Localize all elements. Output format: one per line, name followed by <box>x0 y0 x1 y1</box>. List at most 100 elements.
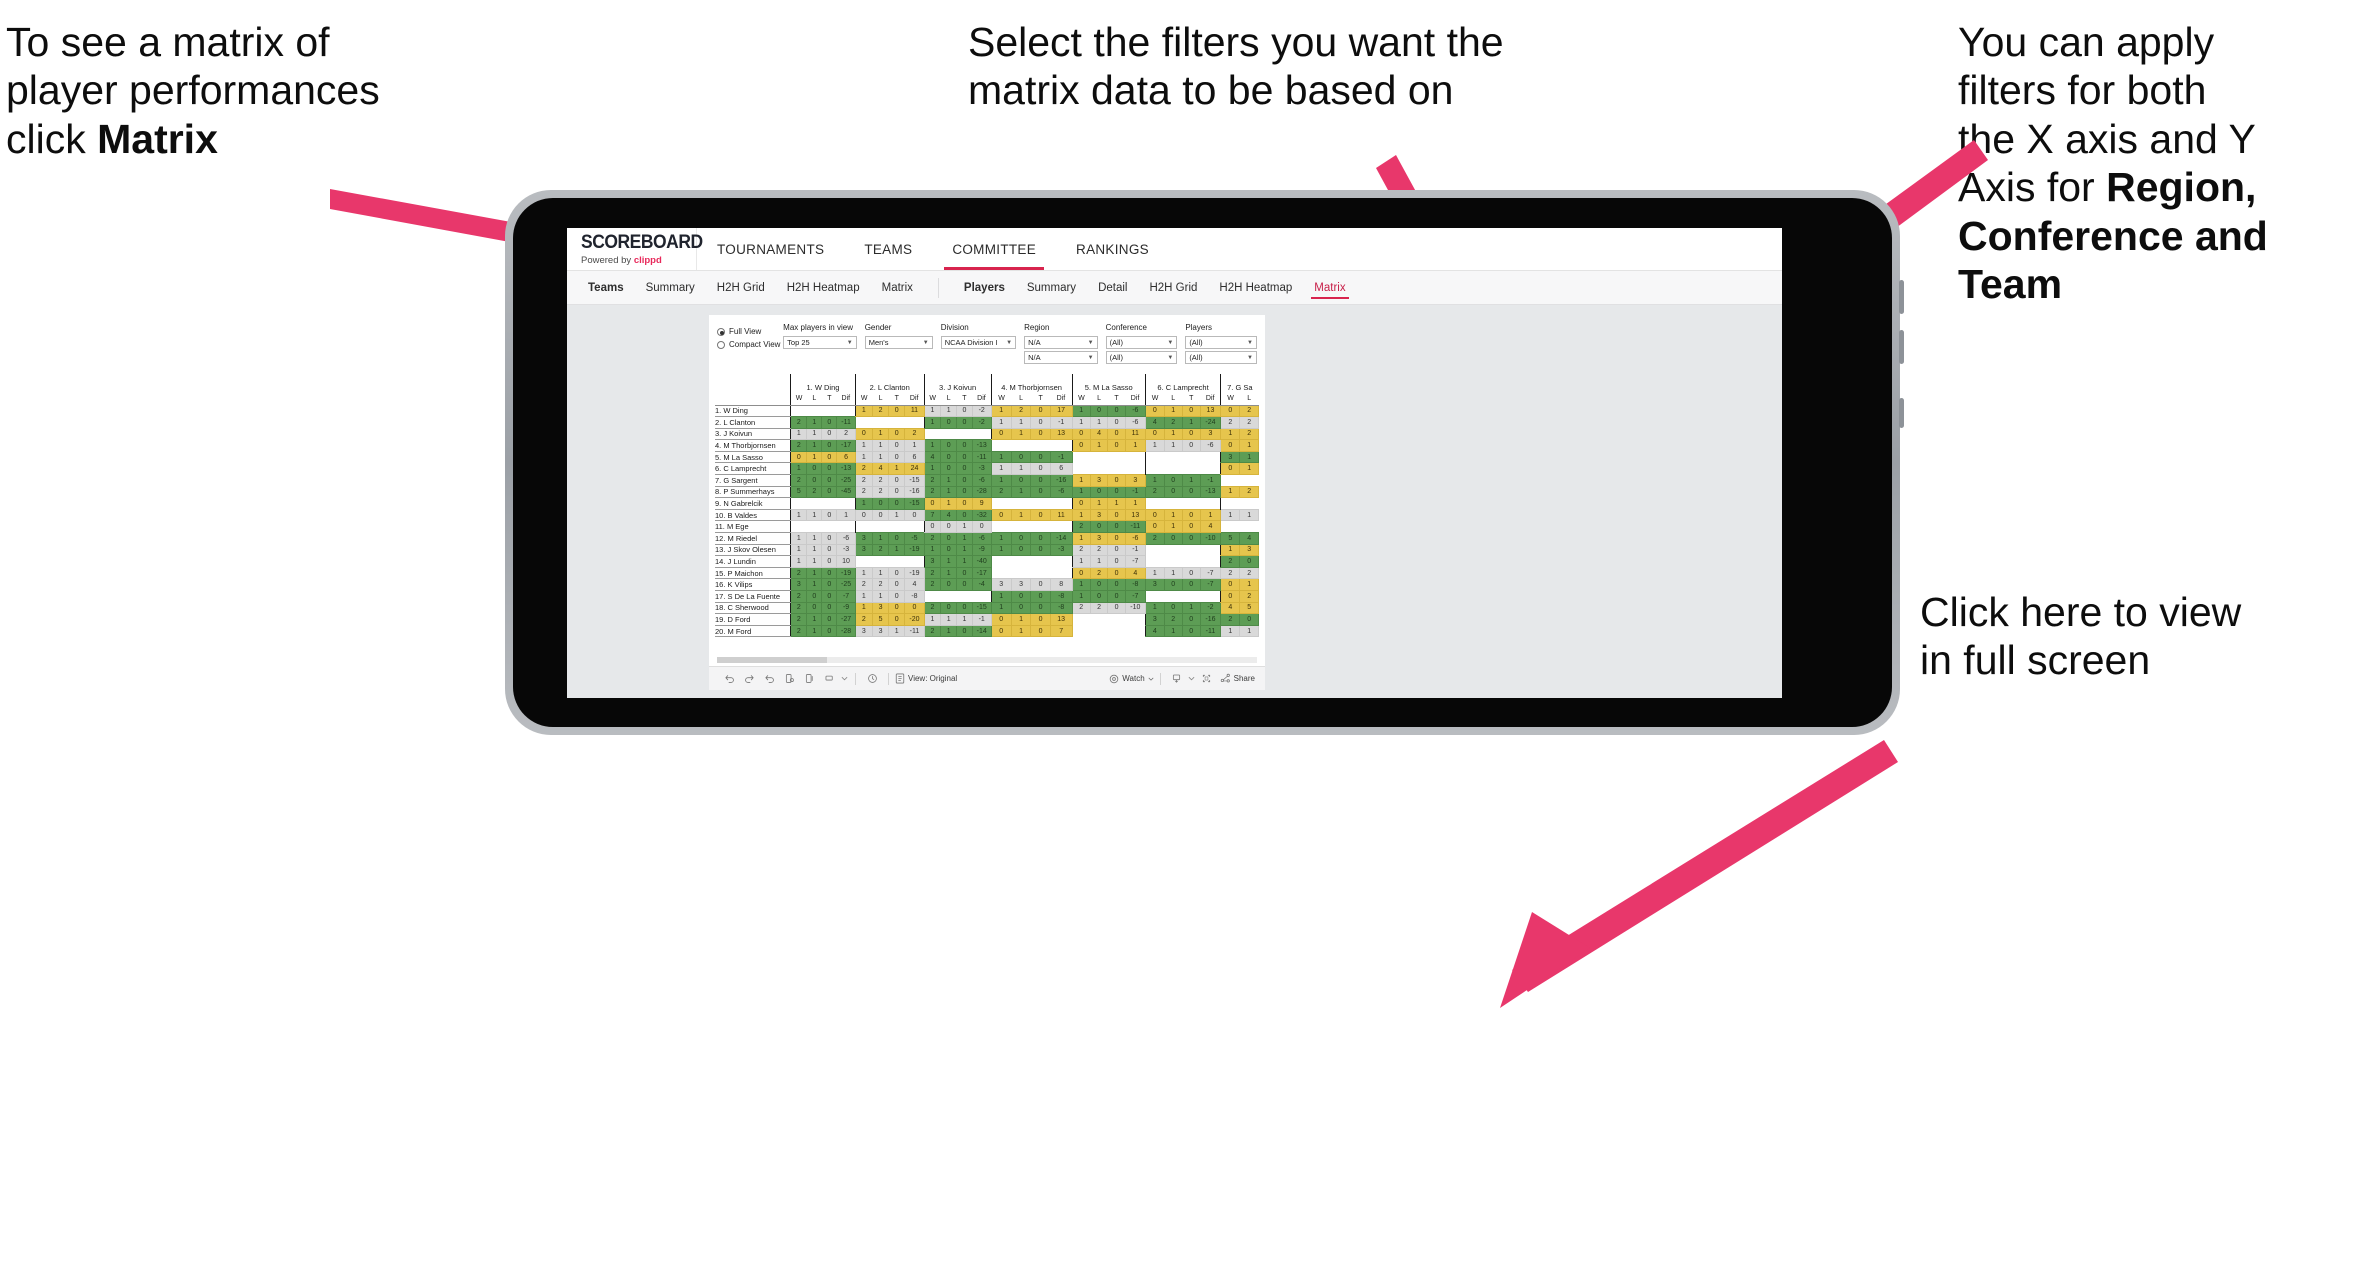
matrix-cell[interactable]: 0 <box>940 532 958 545</box>
matrix-cell[interactable]: 1 <box>806 613 823 626</box>
matrix-cell[interactable]: 1 <box>871 439 890 452</box>
filter-conference-select-x[interactable]: (All) ▼ <box>1105 336 1178 349</box>
undo-icon[interactable] <box>719 667 739 691</box>
matrix-cell[interactable]: 1 <box>871 450 890 464</box>
view-original-button[interactable]: View: Original <box>895 673 957 684</box>
matrix-cell[interactable]: 1 <box>1199 508 1222 522</box>
matrix-cell[interactable]: 3 <box>871 624 890 638</box>
matrix-cell[interactable]: 1 <box>1071 474 1091 487</box>
matrix-cell[interactable]: 0 <box>1163 578 1183 591</box>
matrix-cell[interactable]: 1 <box>956 555 973 568</box>
matrix-cell[interactable]: 0 <box>821 427 838 441</box>
matrix-cell[interactable]: 0 <box>1181 532 1201 545</box>
matrix-cell[interactable]: 1 <box>854 439 874 452</box>
filter-conference-select-y[interactable]: (All) ▼ <box>1105 351 1178 364</box>
matrix-cell[interactable]: -19 <box>904 543 925 557</box>
matrix-cell[interactable]: -27 <box>836 613 856 626</box>
matrix-cell[interactable]: -25 <box>836 474 856 487</box>
device-preview-icon[interactable] <box>1167 667 1187 691</box>
matrix-cell[interactable]: 4 <box>1144 624 1165 638</box>
matrix-cell[interactable]: 1 <box>790 555 808 568</box>
matrix-cell[interactable]: -17 <box>971 566 992 580</box>
matrix-cell[interactable]: 3 <box>854 532 874 545</box>
matrix-cell[interactable]: -25 <box>836 578 856 591</box>
matrix-cell[interactable]: 0 <box>888 474 906 487</box>
matrix-cell[interactable]: 0 <box>888 566 906 580</box>
matrix-cell[interactable]: 0 <box>1107 508 1126 522</box>
matrix-cell[interactable]: 0 <box>1030 590 1051 603</box>
matrix-cell[interactable]: 3 <box>990 578 1012 591</box>
matrix-cell[interactable]: 0 <box>854 427 874 441</box>
subnav-players-h2h-grid[interactable]: H2H Grid <box>1138 271 1208 304</box>
matrix-cell[interactable]: -7 <box>1199 566 1222 580</box>
matrix-cell[interactable]: 13 <box>1049 613 1073 626</box>
matrix-cell[interactable]: 0 <box>888 404 906 418</box>
matrix-cell[interactable]: 2 <box>790 439 808 452</box>
matrix-cell[interactable]: 4 <box>904 578 925 591</box>
matrix-cell[interactable]: 1 <box>806 416 823 429</box>
matrix-cell[interactable]: -6 <box>1124 416 1146 429</box>
matrix-cell[interactable]: 0 <box>1144 508 1165 522</box>
matrix-cell[interactable]: 1 <box>923 416 942 429</box>
matrix-cell[interactable]: -7 <box>1124 590 1146 603</box>
matrix-cell[interactable]: 2 <box>1220 416 1241 429</box>
matrix-cell[interactable]: 1 <box>1239 508 1259 522</box>
matrix-cell[interactable]: 0 <box>1220 439 1241 452</box>
matrix-cell[interactable]: 0 <box>1181 508 1201 522</box>
matrix-cell[interactable]: 0 <box>1107 439 1126 452</box>
matrix-cell[interactable]: 2 <box>871 474 890 487</box>
matrix-cell[interactable]: 1 <box>956 543 973 557</box>
matrix-row[interactable]: 12. M Riedel 1 1 0 -6 3 1 0 -5 2 0 1 -6 1 0 0 -14 1 3 0 -6 2 0… <box>715 532 1259 545</box>
matrix-cell[interactable]: 0 <box>956 485 973 499</box>
matrix-cell[interactable]: 0 <box>806 590 823 603</box>
matrix-cell[interactable]: 1 <box>1220 485 1241 499</box>
matrix-cell[interactable]: 1 <box>1124 497 1146 510</box>
matrix-cell[interactable]: 1 <box>990 474 1012 487</box>
tablet-volume-button-2[interactable] <box>1899 330 1904 364</box>
matrix-cell[interactable]: -9 <box>836 601 856 615</box>
matrix-cell[interactable]: 0 <box>1071 427 1091 441</box>
matrix-cell[interactable]: 0 <box>1030 613 1051 626</box>
share-button[interactable]: Share <box>1220 673 1255 684</box>
brand-logo[interactable]: SCOREBOARD Powered by clippd <box>567 228 703 270</box>
matrix-cell[interactable]: 1 <box>940 613 958 626</box>
matrix-cell[interactable]: 1 <box>940 624 958 638</box>
matrix-cell[interactable]: 0 <box>923 520 942 534</box>
matrix-cell[interactable]: -45 <box>836 485 856 499</box>
matrix-cell[interactable]: 13 <box>1199 404 1222 418</box>
matrix-cell[interactable]: 0 <box>854 508 874 522</box>
matrix-cell[interactable]: -1 <box>1049 450 1073 464</box>
matrix-cell[interactable]: 3 <box>1089 508 1109 522</box>
matrix-cell[interactable]: -17 <box>836 439 856 452</box>
matrix-cell[interactable]: 5 <box>790 485 808 499</box>
matrix-cell[interactable]: 3 <box>923 555 942 568</box>
matrix-cell[interactable]: 0 <box>940 416 958 429</box>
matrix-cell[interactable]: 1 <box>806 555 823 568</box>
matrix-cell[interactable]: 0 <box>1030 485 1051 499</box>
matrix-cell[interactable]: 1 <box>1089 555 1109 568</box>
rect-select-dropdown-icon[interactable] <box>839 667 849 691</box>
matrix-cell[interactable]: -28 <box>836 624 856 638</box>
matrix-cell[interactable]: -8 <box>1049 601 1073 615</box>
matrix-cell[interactable]: 0 <box>888 485 906 499</box>
matrix-cell[interactable]: -6 <box>836 532 856 545</box>
matrix-cell[interactable]: 0 <box>990 508 1012 522</box>
matrix-cell[interactable]: 1 <box>1089 439 1109 452</box>
matrix-cell[interactable]: 2 <box>990 485 1012 499</box>
matrix-cell[interactable]: -13 <box>836 462 856 476</box>
matrix-cell[interactable]: 1 <box>990 532 1012 545</box>
matrix-cell[interactable]: 11 <box>904 404 925 418</box>
matrix-cell[interactable]: 0 <box>821 485 838 499</box>
matrix-cell[interactable]: -40 <box>971 555 992 568</box>
matrix-cell[interactable]: 0 <box>888 497 906 510</box>
matrix-cell[interactable]: 0 <box>940 450 958 464</box>
matrix-cell[interactable]: 1 <box>1163 508 1183 522</box>
matrix-cell[interactable]: 2 <box>1239 427 1259 441</box>
matrix-cell[interactable]: 0 <box>1030 416 1051 429</box>
matrix-cell[interactable]: -32 <box>971 508 992 522</box>
matrix-cell[interactable]: 1 <box>990 543 1012 557</box>
matrix-cell[interactable]: 8 <box>1049 578 1073 591</box>
matrix-cell[interactable]: 1 <box>806 566 823 580</box>
matrix-cell[interactable]: 0 <box>821 590 838 603</box>
matrix-cell[interactable]: 13 <box>1049 427 1073 441</box>
